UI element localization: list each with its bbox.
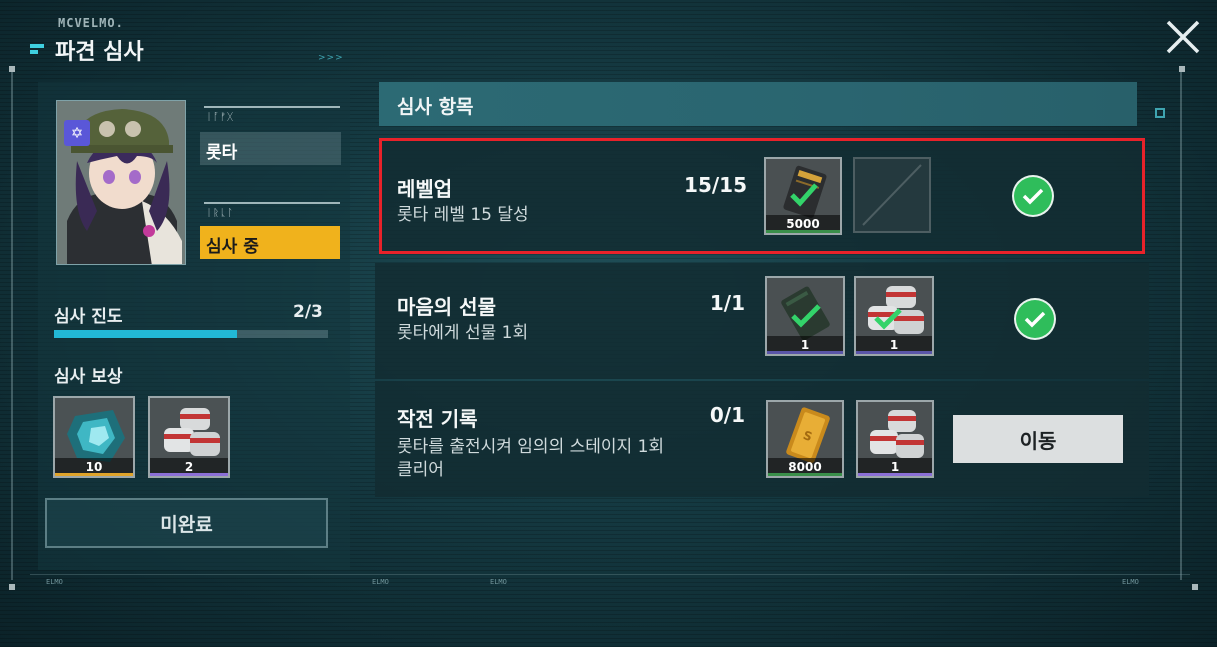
close-icon <box>1166 20 1200 54</box>
name-field-tag: ᛁᚪᚠᚷ <box>206 112 234 123</box>
task-title: 마음의 선물 <box>397 295 496 319</box>
completed-check-icon <box>1012 175 1054 217</box>
task-reward-item[interactable]: 5000 <box>764 157 842 235</box>
footer-mark: ELMO <box>46 578 63 586</box>
chevron-deco: >>> <box>318 53 344 63</box>
rarity-bar <box>858 473 932 476</box>
frame-corner <box>9 584 15 590</box>
reward-item[interactable]: 2 <box>148 396 230 478</box>
reward-item[interactable]: 10 <box>53 396 135 478</box>
task-count: 15/15 <box>684 173 747 197</box>
frame-line-left <box>11 70 13 580</box>
rarity-bar <box>150 473 228 476</box>
field-divider <box>204 202 340 204</box>
footer-mark: ELMO <box>1122 578 1139 586</box>
rarity-bar <box>767 351 843 354</box>
task-count: 0/1 <box>709 403 745 427</box>
progress-bar <box>54 330 328 338</box>
footer-line <box>30 574 1190 575</box>
brand-logo: MCVELMO. <box>58 16 124 30</box>
deco-square <box>1155 108 1165 118</box>
task-reward-item[interactable]: 1 <box>765 276 845 356</box>
rewards-label: 심사 보상 <box>54 367 123 387</box>
task-row-levelup[interactable]: 레벨업 롯타 레벨 15 달성 15/15 5000 <box>379 138 1145 254</box>
footer-mark: ELMO <box>372 578 389 586</box>
task-reward-item[interactable]: 1 <box>856 400 934 478</box>
progress-bar-fill <box>54 330 237 338</box>
rarity-bar <box>856 351 932 354</box>
progress-label: 심사 진도 <box>54 307 123 327</box>
frame-corner <box>1179 66 1185 72</box>
footer-mark: ELMO <box>490 578 507 586</box>
star-of-david-icon: ✡ <box>64 120 90 146</box>
close-button[interactable] <box>1160 14 1206 60</box>
move-button[interactable]: 이동 <box>953 415 1123 463</box>
title-accent <box>30 50 38 54</box>
character-name: 롯타 <box>200 132 341 165</box>
task-count: 1/1 <box>709 291 745 315</box>
task-reward-item[interactable]: 1 <box>854 276 934 356</box>
empty-slot-icon <box>862 164 922 226</box>
frame-corner <box>1192 584 1198 590</box>
rarity-bar <box>768 473 842 476</box>
status-field-tag: ᛁᚱᚳᛚ <box>206 208 234 219</box>
incomplete-button[interactable]: 미완료 <box>45 498 328 548</box>
task-title: 레벨업 <box>397 177 453 201</box>
task-description: 롯타에게 선물 1회 <box>397 323 529 343</box>
title-accent <box>30 44 44 48</box>
completed-check-icon <box>1014 298 1056 340</box>
progress-count: 2/3 <box>293 302 323 322</box>
rarity-bar <box>55 473 133 476</box>
status-badge: 심사 중 <box>200 226 340 259</box>
task-reward-item[interactable]: S 8000 <box>766 400 844 478</box>
task-description-line1: 롯타를 출전시켜 임의의 스테이지 1회 <box>397 437 665 457</box>
frame-line-right <box>1180 70 1182 580</box>
task-title: 작전 기록 <box>397 407 478 431</box>
rarity-bar <box>766 230 840 233</box>
task-description: 롯타 레벨 15 달성 <box>397 205 529 225</box>
task-row-gift[interactable]: 마음의 선물 롯타에게 선물 1회 1/1 1 1 <box>375 263 1149 379</box>
empty-reward-slot <box>853 157 931 233</box>
field-divider <box>204 106 340 108</box>
frame-corner <box>9 66 15 72</box>
page-title: 파견 심사 <box>55 40 144 65</box>
section-title: 심사 항목 <box>379 82 1137 126</box>
task-description-line2: 클리어 <box>397 460 444 480</box>
